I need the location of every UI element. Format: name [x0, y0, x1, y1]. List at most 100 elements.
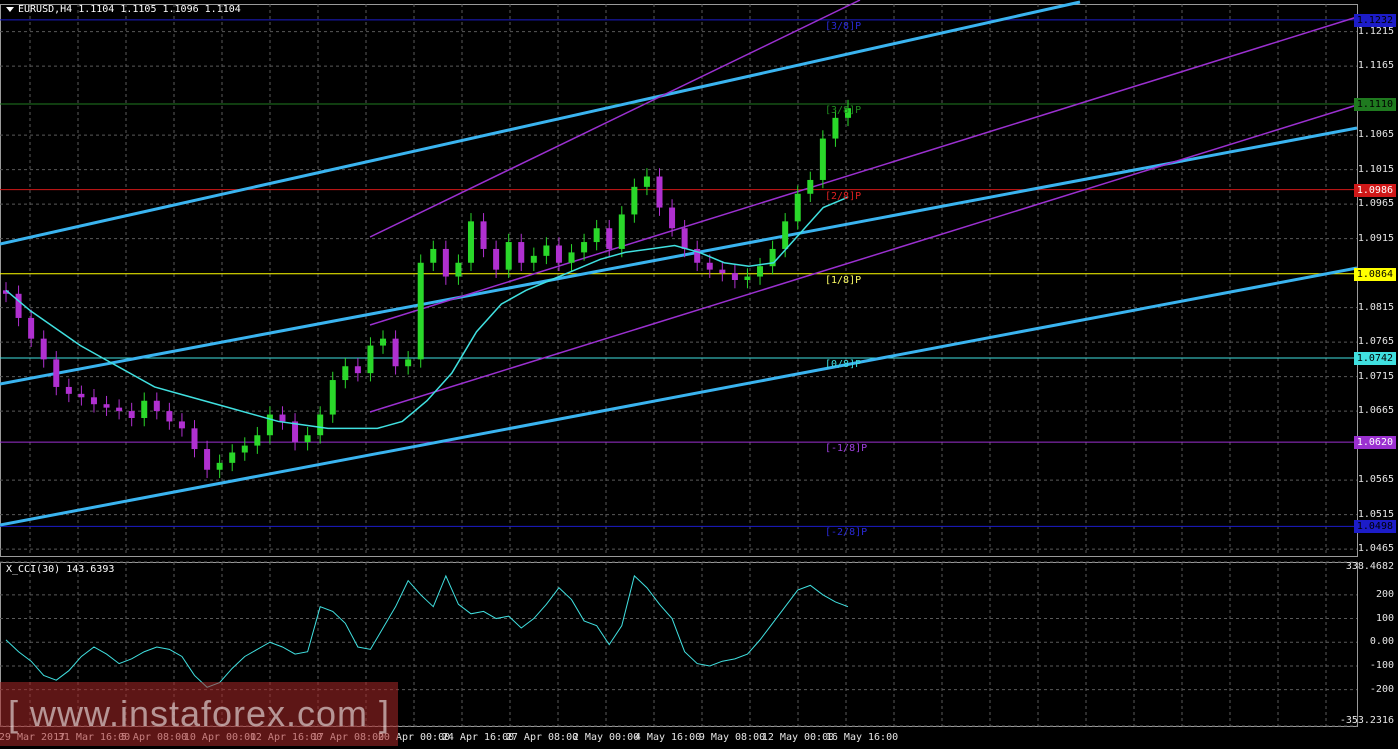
candle-body [15, 293, 22, 318]
candle-body [128, 411, 135, 418]
price-level-tag: 1.0742 [1353, 351, 1396, 365]
candle-body [731, 273, 738, 280]
candle-body [166, 411, 173, 422]
candle-body [103, 404, 110, 408]
purple-channel-line [369, 0, 861, 238]
candle-body [279, 414, 286, 422]
murrey-level-label: [1/8]P [825, 274, 862, 286]
murrey-level-label: [-1/8]P [825, 443, 868, 455]
time-tick-label: 4 May 16:00 [634, 732, 702, 743]
cci-tick-label: -200 [1369, 683, 1394, 695]
time-tick-label: 9 May 08:00 [698, 732, 766, 743]
symbol-line: EURUSD,H4 1.1104 1.1105 1.1096 1.1104 [18, 4, 241, 15]
purple-channel-line [369, 104, 1358, 413]
candle-body [656, 176, 663, 208]
candle-body [467, 221, 474, 263]
candle-body [28, 317, 35, 339]
price-tick-label: 1.0815 [1357, 301, 1394, 313]
candle-body [782, 221, 789, 249]
candle-body [442, 248, 449, 277]
candle-body [229, 452, 236, 463]
candle-body [719, 269, 726, 274]
time-tick-label: 12 May 00:00 [761, 732, 835, 743]
price-tick-label: 1.0665 [1357, 405, 1394, 417]
candle-body [254, 435, 261, 446]
price-tick-label: 1.1165 [1357, 60, 1394, 72]
candle-body [354, 366, 361, 374]
candle-body [367, 345, 374, 374]
candle-body [178, 421, 185, 429]
price-tick-label: 1.1065 [1357, 129, 1394, 141]
candle-body [543, 245, 550, 256]
price-tick-label: 1.0715 [1357, 370, 1394, 382]
price-tick-label: 1.0565 [1357, 474, 1394, 486]
price-tick-label: 1.1015 [1357, 163, 1394, 175]
candle-body [329, 380, 336, 415]
candle-body [116, 407, 123, 412]
candle-body [832, 117, 839, 139]
time-tick-label: 2 May 00:00 [572, 732, 640, 743]
murrey-level-label: [3/8]P [825, 105, 862, 117]
cci-tick-label: 338.4682 [1345, 561, 1394, 572]
price-level-tag: 1.0620 [1353, 436, 1396, 450]
symbol-header: EURUSD,H4 1.1104 1.1105 1.1096 1.1104 [6, 4, 241, 15]
candle-body [304, 435, 311, 443]
candle-body [153, 400, 160, 412]
candle-body [568, 252, 575, 263]
candle-body [581, 242, 588, 253]
candle-body [266, 414, 273, 436]
candle-body [669, 207, 676, 229]
candle-body [417, 262, 424, 360]
candle-body [631, 186, 638, 215]
candle-body [819, 138, 826, 180]
candle-body [90, 397, 97, 405]
cci-tick-label: -100 [1369, 659, 1394, 671]
candle-body [241, 445, 248, 453]
price-level-tag: 1.0864 [1353, 267, 1396, 281]
candle-body [480, 221, 487, 249]
price-level-tag: 1.1232 [1353, 13, 1396, 27]
blue-channel-line [0, 266, 1358, 527]
price-level-tag: 1.0498 [1353, 520, 1396, 534]
candle-body [807, 179, 814, 194]
candle-body [204, 449, 211, 470]
cci-tick-label: 200 [1375, 588, 1394, 600]
purple-channel-line [369, 16, 1358, 326]
candle-body [78, 393, 85, 398]
cci-line [5, 574, 849, 688]
price-chart[interactable] [0, 0, 1398, 749]
candle-body [455, 262, 462, 277]
candle-body [643, 176, 650, 187]
candle-body [593, 228, 600, 243]
candle-body [493, 248, 500, 270]
candle-body [430, 248, 437, 263]
candle-body [606, 228, 613, 249]
candle-body [618, 214, 625, 249]
cci-header: X_CCI(30) 143.6393 [6, 564, 114, 575]
candle-body [555, 245, 562, 263]
price-tick-label: 1.0765 [1357, 336, 1394, 348]
price-level-tag: 1.1110 [1353, 98, 1396, 112]
candle-body [317, 414, 324, 436]
candle-body [405, 359, 412, 367]
chart-window[interactable]: EURUSD,H4 1.1104 1.1105 1.1096 1.1104 X_… [0, 0, 1398, 749]
candle-body [518, 242, 525, 263]
cci-tick-label: 0.00 [1369, 636, 1394, 648]
price-tick-label: 1.0465 [1357, 543, 1394, 555]
blue-channel-line [0, 0, 1081, 246]
candle-body [40, 338, 47, 360]
price-tick-label: 1.0515 [1357, 508, 1394, 520]
candle-body [216, 462, 223, 470]
candle-body [757, 266, 764, 277]
time-tick-label: 24 Apr 16:00 [441, 732, 515, 743]
price-tick-label: 1.0915 [1357, 232, 1394, 244]
candle-body [530, 255, 537, 263]
candle-body [191, 428, 198, 450]
dropdown-triangle-icon[interactable] [6, 6, 14, 12]
cci-tick-label: 100 [1375, 612, 1394, 624]
watermark-text: [ www.instaforex.com ] [7, 693, 391, 734]
cci-line: X_CCI(30) 143.6393 [6, 564, 115, 575]
candle-body [342, 366, 349, 381]
candle-body [53, 359, 60, 387]
candle-body [681, 228, 688, 249]
